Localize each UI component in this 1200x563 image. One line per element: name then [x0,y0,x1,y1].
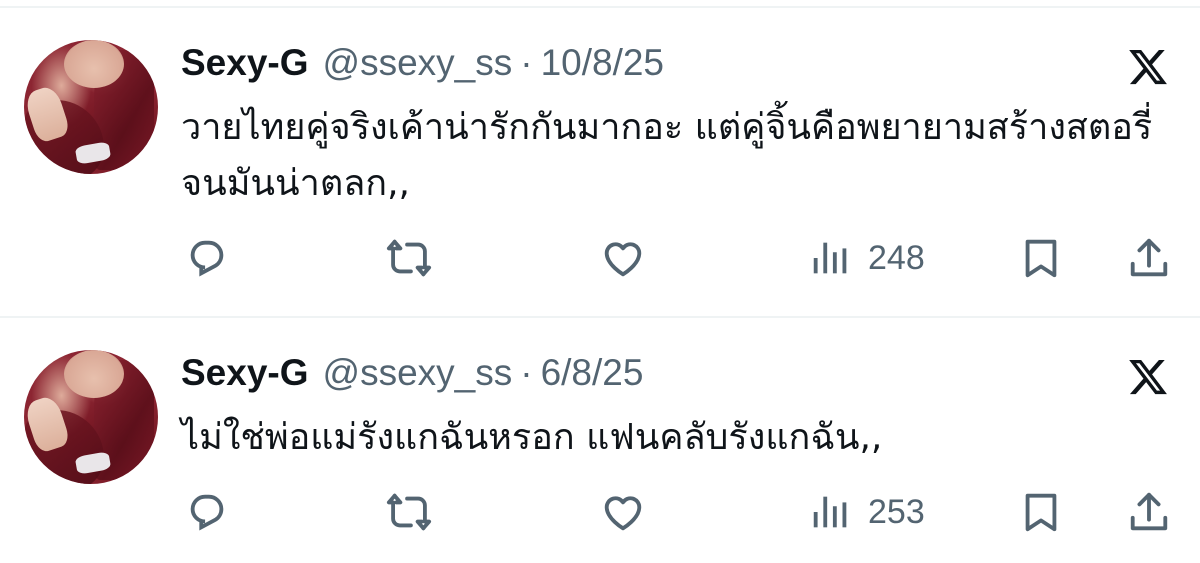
tweet[interactable]: Sexy-G @ssexy_ss · 6/8/25 ไม่ใช่พ่อแม่รั… [0,318,1200,563]
views-button[interactable]: 248 [808,228,925,288]
views-icon [813,242,847,274]
bookmark-icon [1025,239,1057,278]
share-icon [1130,238,1168,277]
views-count: 248 [868,238,925,277]
header-separator: · [520,42,533,83]
share-button[interactable] [1126,482,1172,542]
tweet-header: Sexy-G @ssexy_ss · 6/8/25 [181,352,643,400]
bookmark-button[interactable] [1018,482,1064,542]
author-name[interactable]: Sexy-G [181,352,309,394]
header-separator: · [520,352,533,393]
reply-button[interactable] [184,482,230,542]
views-count: 253 [868,492,925,531]
reply-icon [190,240,224,277]
author-name[interactable]: Sexy-G [181,42,309,84]
like-icon [604,242,642,277]
views-button[interactable]: 253 [808,482,925,542]
retweet-button[interactable] [386,482,432,542]
avatar[interactable] [24,350,158,484]
tweet-date[interactable]: 10/8/25 [541,42,664,84]
author-handle[interactable]: @ssexy_ss [323,352,513,394]
tweet-header: Sexy-G @ssexy_ss · 10/8/25 [181,42,664,90]
tweet-actions: 253 [0,482,1200,542]
author-handle[interactable]: @ssexy_ss [323,42,513,84]
like-icon [604,496,642,531]
retweet-icon [386,239,432,277]
tweet-date[interactable]: 6/8/25 [541,352,644,394]
like-button[interactable] [600,482,646,542]
x-logo-icon [1129,49,1167,85]
retweet-button[interactable] [386,228,432,288]
reply-button[interactable] [184,228,230,288]
bookmark-icon [1025,493,1057,532]
tweet-actions: 248 [0,228,1200,288]
tweet-text: วายไทยคู่จริงเค้าน่ารักกันมากอะ แต่คู่จิ… [181,107,1153,204]
x-logo-icon [1129,359,1167,395]
reply-icon [190,494,224,531]
avatar[interactable] [24,40,158,174]
tweet-text: ไม่ใช่พ่อแม่รังแกฉันหรอก แฟนคลับรังแกฉัน… [181,417,883,458]
tweet[interactable]: Sexy-G @ssexy_ss · 10/8/25 วายไทยคู่จริง… [0,8,1200,316]
retweet-icon [386,493,432,531]
views-icon [813,496,847,528]
bookmark-button[interactable] [1018,228,1064,288]
share-icon [1130,492,1168,531]
share-button[interactable] [1126,228,1172,288]
like-button[interactable] [600,228,646,288]
